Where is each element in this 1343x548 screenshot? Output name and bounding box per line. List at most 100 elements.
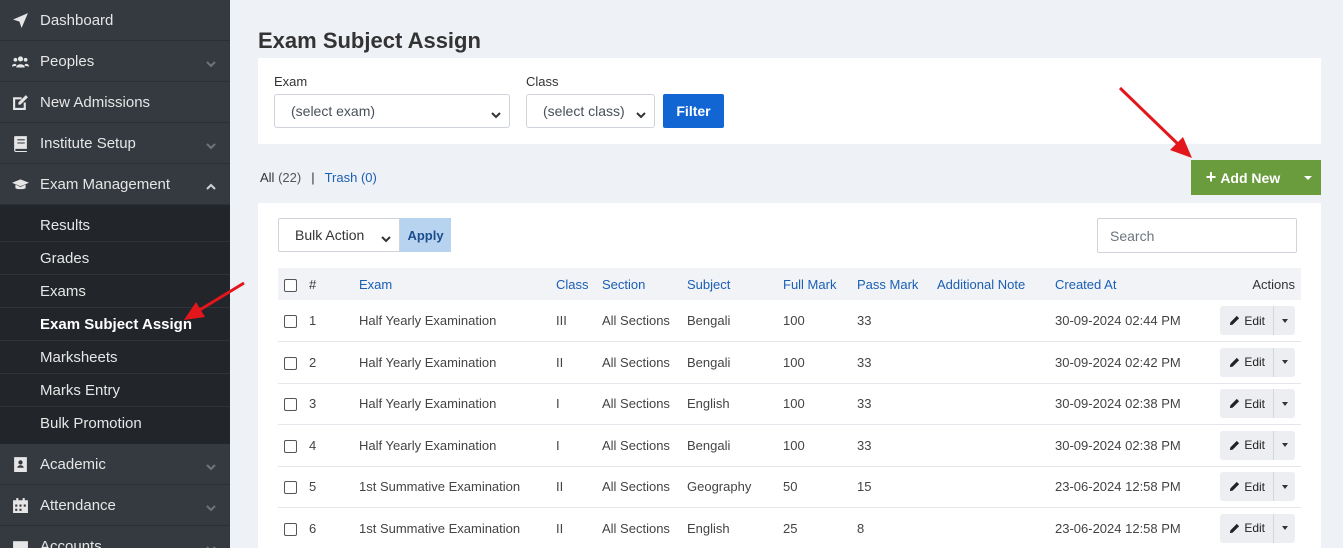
cell-num: 6 xyxy=(309,520,317,536)
sidebar-item-label: Academic xyxy=(40,455,106,473)
sidebar-subitem-results[interactable]: Results xyxy=(0,209,230,242)
chevron-down-icon xyxy=(206,500,216,512)
sidebar-item-institute-setup[interactable]: Institute Setup xyxy=(0,123,230,164)
chevron-down-icon xyxy=(491,107,501,119)
col-header-full-mark[interactable]: Full Mark xyxy=(783,268,857,300)
cell-exam: Half Yearly Examination xyxy=(359,354,497,370)
row-actions: Edit xyxy=(1220,472,1295,502)
cell-class: III xyxy=(556,313,567,328)
edit-label: Edit xyxy=(1244,438,1265,453)
edit-label: Edit xyxy=(1244,479,1265,494)
row-actions-dropdown-toggle[interactable] xyxy=(1274,430,1295,460)
sidebar-subitem-exam-subject-assign[interactable]: Exam Subject Assign xyxy=(0,308,230,341)
cell-section: All Sections xyxy=(602,354,670,370)
col-header-class[interactable]: Class xyxy=(556,268,602,300)
sidebar-item-academic[interactable]: Academic xyxy=(0,444,230,485)
tab-trash-label: Trash xyxy=(324,170,358,185)
main-content: Exam Subject Assign Exam (select exam) C… xyxy=(230,0,1343,548)
col-header-additional-note[interactable]: Additional Note xyxy=(937,268,1055,300)
add-new-label: Add New xyxy=(1220,169,1281,186)
row-actions-dropdown-toggle[interactable] xyxy=(1274,306,1295,335)
cell-class: II xyxy=(556,520,564,536)
caret-down-icon xyxy=(1281,360,1288,365)
bulk-action-select[interactable]: Bulk Action xyxy=(278,218,400,252)
col-header-created-at[interactable]: Created At xyxy=(1055,268,1192,300)
tab-all-label: All xyxy=(260,170,275,185)
edit-button[interactable]: Edit xyxy=(1220,347,1274,377)
edit-button[interactable]: Edit xyxy=(1220,430,1274,460)
sidebar-item-accounts[interactable]: Accounts xyxy=(0,526,230,548)
cell-additional-note xyxy=(937,425,1055,467)
sidebar-item-label: Institute Setup xyxy=(40,134,136,152)
edit-label: Edit xyxy=(1244,313,1265,328)
add-new-button[interactable]: + Add New xyxy=(1191,167,1295,188)
row-checkbox[interactable] xyxy=(284,356,297,370)
row-actions-dropdown-toggle[interactable] xyxy=(1274,347,1295,377)
table-row: 1 Half Yearly Examination III All Sectio… xyxy=(278,300,1301,342)
edit-button[interactable]: Edit xyxy=(1220,306,1274,335)
filter-button[interactable]: Filter xyxy=(663,94,724,128)
sidebar-item-new-admissions[interactable]: New Admissions xyxy=(0,82,230,123)
users-icon xyxy=(10,52,30,70)
col-header-section[interactable]: Section xyxy=(602,268,687,300)
table-row: 6 1st Summative Examination II All Secti… xyxy=(278,508,1301,548)
cell-pass-mark: 15 xyxy=(857,479,872,495)
sidebar-item-dashboard[interactable]: Dashboard xyxy=(0,0,230,41)
sidebar-item-peoples[interactable]: Peoples xyxy=(0,41,230,82)
row-actions-dropdown-toggle[interactable] xyxy=(1274,389,1295,419)
table-card: Bulk Action Apply # Exam Class Section S… xyxy=(258,203,1321,548)
sidebar-subitem-grades[interactable]: Grades xyxy=(0,242,230,275)
cell-class: II xyxy=(556,479,564,495)
cell-exam: Half Yearly Examination xyxy=(359,396,497,412)
class-select-value: (select class) xyxy=(543,103,625,119)
edit-button[interactable]: Edit xyxy=(1220,472,1274,502)
cell-num: 4 xyxy=(309,437,317,453)
row-actions-dropdown-toggle[interactable] xyxy=(1274,472,1295,502)
exam-select[interactable]: (select exam) xyxy=(274,94,510,128)
sidebar-subitem-marks-entry[interactable]: Marks Entry xyxy=(0,374,230,407)
row-checkbox[interactable] xyxy=(284,481,297,495)
cell-section: All Sections xyxy=(602,396,670,412)
cell-section: All Sections xyxy=(602,520,670,536)
row-checkbox[interactable] xyxy=(284,398,297,412)
chevron-down-icon xyxy=(206,541,216,548)
cell-subject: Bengali xyxy=(687,313,731,328)
row-checkbox[interactable] xyxy=(284,522,297,536)
sidebar-item-label: Attendance xyxy=(40,496,116,514)
col-header-exam[interactable]: Exam xyxy=(359,268,556,300)
cell-subject: Geography xyxy=(687,479,752,495)
cell-pass-mark: 33 xyxy=(857,354,872,370)
edit-button[interactable]: Edit xyxy=(1220,513,1274,543)
col-header-subject[interactable]: Subject xyxy=(687,268,783,300)
row-checkbox[interactable] xyxy=(284,315,297,329)
apply-button[interactable]: Apply xyxy=(400,218,451,252)
cell-created-at: 30-09-2024 02:42 PM xyxy=(1055,354,1181,370)
tab-all[interactable]: All (22) xyxy=(260,170,301,185)
sidebar-subitem-marksheets[interactable]: Marksheets xyxy=(0,341,230,374)
status-tabs: All (22) | Trash (0) xyxy=(260,170,377,185)
exam-management-submenu: Results Grades Exams Exam Subject Assign… xyxy=(0,205,230,444)
sidebar-item-label: Accounts xyxy=(40,537,102,548)
add-new-dropdown-toggle[interactable] xyxy=(1295,160,1321,195)
sidebar-item-attendance[interactable]: Attendance xyxy=(0,485,230,526)
cell-class: II xyxy=(556,354,564,370)
row-actions: Edit xyxy=(1220,430,1295,460)
exam-subject-table: # Exam Class Section Subject Full Mark P… xyxy=(278,268,1301,548)
class-select[interactable]: (select class) xyxy=(526,94,655,128)
table-row: 5 1st Summative Examination II All Secti… xyxy=(278,466,1301,508)
sidebar-subitem-bulk-promotion[interactable]: Bulk Promotion xyxy=(0,407,230,440)
sidebar-item-exam-management[interactable]: Exam Management xyxy=(0,164,230,205)
search-input[interactable] xyxy=(1097,218,1297,253)
sidebar-subitem-exams[interactable]: Exams xyxy=(0,275,230,308)
tab-trash[interactable]: Trash (0) xyxy=(325,170,377,185)
plus-icon: + xyxy=(1205,167,1217,187)
cell-section: All Sections xyxy=(602,437,670,453)
cell-additional-note xyxy=(937,383,1055,425)
col-header-pass-mark[interactable]: Pass Mark xyxy=(857,268,937,300)
rocket-icon xyxy=(10,11,30,29)
row-checkbox[interactable] xyxy=(284,439,297,453)
edit-button[interactable]: Edit xyxy=(1220,389,1274,419)
tab-separator: | xyxy=(311,170,315,185)
row-actions-dropdown-toggle[interactable] xyxy=(1274,513,1295,543)
select-all-checkbox[interactable] xyxy=(284,278,297,292)
